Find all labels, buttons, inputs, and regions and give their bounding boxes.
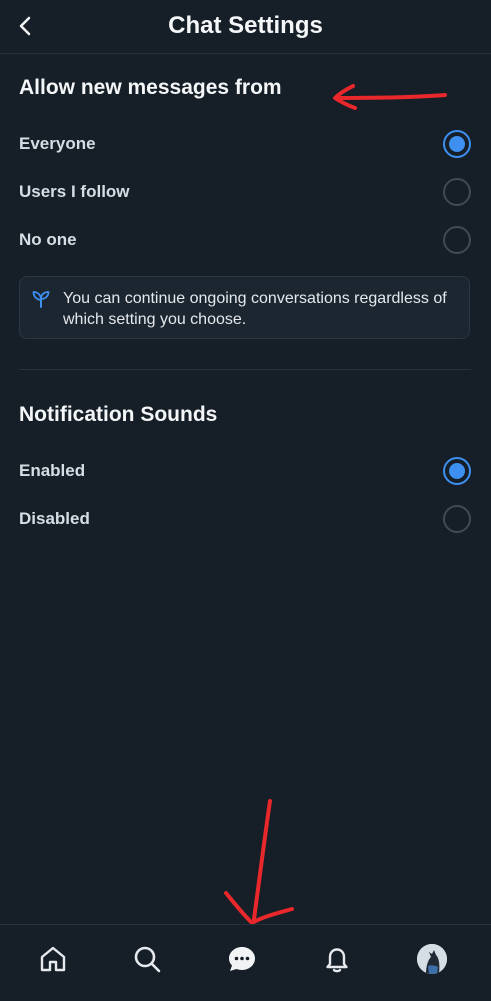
nav-search[interactable]: [127, 939, 167, 979]
home-icon: [40, 946, 66, 972]
option-no-one[interactable]: No one: [0, 218, 491, 264]
section-title-sounds: Notification Sounds: [19, 403, 218, 426]
bottom-nav: [0, 924, 491, 1001]
page-title: Chat Settings: [168, 12, 323, 39]
annotation-arrow-left: [333, 84, 447, 110]
option-disabled[interactable]: Disabled: [0, 497, 491, 543]
bell-icon: [326, 948, 348, 973]
radio-disabled[interactable]: [443, 505, 471, 533]
avatar: [417, 944, 447, 974]
radio-users-i-follow[interactable]: [443, 178, 471, 206]
radio-everyone[interactable]: [443, 130, 471, 158]
radio-enabled[interactable]: [443, 457, 471, 485]
nav-chat[interactable]: [222, 939, 262, 979]
chat-icon: [229, 947, 255, 971]
info-box: You can continue ongoing conversations r…: [19, 276, 470, 339]
radio-no-one[interactable]: [443, 226, 471, 254]
nav-profile[interactable]: [412, 939, 452, 979]
avatar-image: [417, 944, 447, 974]
nav-home[interactable]: [33, 939, 73, 979]
option-label: Enabled: [19, 461, 86, 480]
option-label: Users I follow: [19, 182, 130, 201]
section-title-messages: Allow new messages from: [19, 76, 282, 99]
option-label: Everyone: [19, 134, 96, 153]
annotation-arrow-down: [224, 799, 294, 925]
divider: [19, 369, 471, 370]
option-everyone[interactable]: Everyone: [0, 122, 491, 168]
header: Chat Settings: [0, 0, 491, 54]
option-users-i-follow[interactable]: Users I follow: [0, 170, 491, 216]
info-text: You can continue ongoing conversations r…: [63, 290, 447, 328]
option-enabled[interactable]: Enabled: [0, 449, 491, 495]
option-label: Disabled: [19, 509, 90, 528]
option-label: No one: [19, 230, 77, 249]
nav-notifications[interactable]: [317, 939, 357, 979]
sprout-icon: [32, 291, 50, 308]
search-icon: [134, 946, 161, 973]
